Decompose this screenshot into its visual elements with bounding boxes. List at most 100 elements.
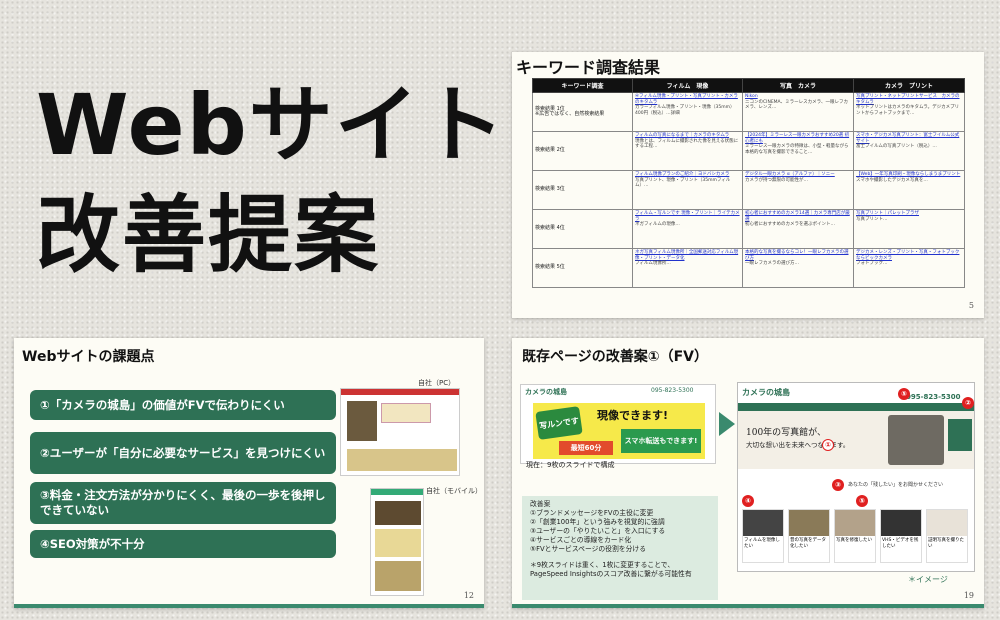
slide-keyword-research: キーワード調査結果 キーワード調査 フィルム 現像 写真 カメラ カメラ プリン…: [512, 52, 984, 318]
slide-website-issues: Webサイトの課題点 ①「カメラの城島」の価値がFVで伝わりにくい ②ユーザーが…: [14, 338, 484, 608]
issue-item: ③料金・注文方法が分かりにくく、最後の一歩を後押しできていない: [30, 482, 336, 524]
proposal-item: ⑤FVとサービスページの役割を分ける: [530, 545, 646, 553]
hero-line-2: 改善提案: [36, 186, 381, 284]
slide-title: キーワード調査結果: [516, 58, 661, 77]
service-card[interactable]: 昔の写真をデータ化したい: [788, 509, 830, 563]
result-link[interactable]: 【Web】一年写真印刷・現像ならしまうまプリント: [856, 172, 962, 178]
table-cell-rank: 検索結果 4位: [532, 209, 633, 249]
result-link[interactable]: 初心者におすすめのカメラ14選｜カメラ専門店が厳選: [745, 211, 851, 222]
slide-footer-bar: [14, 604, 484, 608]
proposal-item: ④サービスごとの導線をカード化: [530, 536, 632, 544]
result-snippet: スマホや撮影したデジカメ写真を…: [856, 177, 928, 183]
banner-text-1: 写ルンです: [535, 406, 583, 440]
service-card-label: 写真を修復したい: [836, 538, 872, 543]
table-cell: 写真プリント｜パレットプラザ 写真プリント…: [853, 209, 965, 249]
result-snippet: 写真プリント…: [856, 216, 888, 222]
mark-2: ②: [962, 397, 974, 409]
table-cell: デジカメ・レンズ・プリント・写真・フォトブックならビックカメラ フォトブック…: [853, 248, 965, 288]
result-snippet: 初心者におすすめのカメラを選ぶポイント…: [745, 222, 835, 227]
current-fv-mock: カメラの城島 095-823-5300 写ルンです 現像できます! 最短60分 …: [520, 384, 716, 464]
service-card-label: 証明写真を撮りたい: [928, 538, 964, 549]
service-card[interactable]: 証明写真を撮りたい: [926, 509, 968, 563]
result-snippet: ネガフィルムの現像…: [635, 222, 680, 227]
proposal-note: ＊9枚スライドは重く、1枚に変更することで、: [530, 561, 675, 569]
service-card[interactable]: VHS・ビデオを残したい: [880, 509, 922, 563]
new-shop-name: カメラの城島: [742, 388, 790, 397]
catch-line-1: 100年の写真館が、: [746, 428, 826, 438]
ask-line: あなたの「残したい」をお聞かせください: [848, 482, 944, 488]
page-number: 5: [968, 301, 974, 310]
result-link[interactable]: フィルムの写真になるまで｜カメラのキタムラ: [635, 133, 740, 139]
table-cell: 【2024年】ミラーレス一眼カメラおすすめ20選 初心者にも ミラーレス一眼カメラ…: [742, 131, 854, 171]
result-link[interactable]: ④フィルム現像・プリント・写真プリント・カメラのキタムラ: [635, 94, 740, 105]
old-shop-name: カメラの城島: [525, 388, 567, 396]
result-link[interactable]: ネガ写真フィルム現像所｜全国郵送対応フィルム現像・プリント・データ化: [635, 250, 740, 261]
result-link[interactable]: 本格的な写真を撮るならコレ！一眼レフカメラの選び方: [745, 250, 851, 261]
slide-title: 既存ページの改善案①（FV）: [522, 349, 708, 365]
page-number: 19: [963, 591, 974, 600]
mark-3: ③: [832, 479, 844, 491]
mobile-screenshot: [370, 488, 424, 596]
slide-fv-improvement: 既存ページの改善案①（FV） カメラの城島 095-823-5300 写ルンです…: [512, 338, 984, 608]
pc-screenshot: [340, 388, 460, 476]
result-snippet: ミラーレス一眼カメラの特徴は、小型・軽量ながら本格的な写真を撮影できること…: [745, 144, 849, 155]
issue-item: ②ユーザーが「自分に必要なサービス」を見つけにくい: [30, 432, 336, 474]
result-snippet: ネットプリントはカメラのキタムラ。デジカメプリントからフォトブックまで…: [856, 105, 960, 116]
keyword-table: キーワード調査 フィルム 現像 写真 カメラ カメラ プリント 検索結果 1位 …: [532, 78, 965, 288]
table-cell: フィルム現像プランのご紹介｜ヨドバシカメラ 写真プリント、現像・プリント（35mm…: [632, 170, 743, 210]
new-phone: 095-823-5300: [906, 393, 961, 401]
table-cell: スマホ・デジカメ写真プリント：富士フイルム公式サイト 富士フイルムの写真プリント（…: [853, 131, 965, 171]
result-snippet: フィルム現像所…: [635, 261, 671, 266]
mark-5: ⑤: [898, 388, 910, 400]
table-cell: フィルム・写ルンです 現像・プリント｜ライテカメラ ネガフィルムの現像…: [632, 209, 743, 249]
table-row: 検索結果 5位 ネガ写真フィルム現像所｜全国郵送対応フィルム現像・プリント・データ…: [532, 248, 965, 288]
old-phone: 095-823-5300: [651, 387, 694, 394]
result-link[interactable]: デジカメ・レンズ・プリント・写真・フォトブックならビックカメラ: [856, 250, 962, 261]
column-header: カメラ プリント: [853, 78, 965, 93]
proposal-note: PageSpeed Insightsのスコア改善に繋がる可能性有: [530, 570, 692, 578]
banner-image: 写ルンです 現像できます! 最短60分 スマホ転送もできます!: [533, 403, 705, 459]
label-pc: 自社（PC）: [418, 379, 456, 387]
column-header: キーワード調査: [532, 78, 633, 93]
result-snippet: 写真プリント、現像・プリント（35mmフィルム）…: [635, 177, 731, 189]
table-cell-rank: 検索結果 5位: [532, 248, 633, 288]
result-link[interactable]: 写真プリント・ネットプリントサービス カメラのキタムラ: [856, 94, 962, 105]
service-card-label: フィルムを現像したい: [744, 538, 780, 549]
table-row: 検索結果 4位 フィルム・写ルンです 現像・プリント｜ライテカメラ ネガフィルムの現…: [532, 209, 965, 249]
result-snippet: ニコンのCINEMA、ミラーレスカメラ、一眼レフカメラ、レンズ…: [745, 99, 849, 111]
result-link[interactable]: スマホ・デジカメ写真プリント：富士フイルム公式サイト: [856, 133, 962, 144]
result-link[interactable]: フィルム現像プランのご紹介｜ヨドバシカメラ: [635, 172, 740, 178]
table-cell: 本格的な写真を撮るならコレ！一眼レフカメラの選び方 一眼レフカメラの選び方…: [742, 248, 854, 288]
table-cell: 初心者におすすめのカメラ14選｜カメラ専門店が厳選 初心者におすすめのカメラを選ぶ…: [742, 209, 854, 249]
table-cell: デジタル一眼カメラ α（アルファ）｜ソニー カメラが持つ無限の可能性が…: [742, 170, 854, 210]
result-snippet: 一眼レフカメラの選び方…: [745, 261, 799, 266]
result-snippet: カラーフィルム現像・プリント・現像（35mm）400円（税込）…詳細: [635, 105, 735, 116]
table-cell-rank: 検索結果 1位 ※広告ではなく、自然検索結果: [532, 92, 633, 132]
proposal-box: 改善案 ①ブランドメッセージをFVの主役に変更 ②「創業100年」という強みを視…: [522, 496, 718, 600]
column-header: フィルム 現像: [632, 78, 743, 93]
current-slide-count: 現在：9枚のスライドで構成: [526, 461, 615, 469]
table-cell: ④フィルム現像・プリント・写真プリント・カメラのキタムラ カラーフィルム現像・プリ…: [632, 92, 743, 132]
slide-footer-bar: [512, 604, 984, 608]
banner-text-4: スマホ転送もできます!: [621, 429, 701, 453]
camera-photo: [888, 415, 944, 465]
result-link[interactable]: フィルム・写ルンです 現像・プリント｜ライテカメラ: [635, 211, 740, 222]
service-card-label: VHS・ビデオを残したい: [882, 538, 919, 549]
result-snippet: 現像とは、フィルムに撮影された像を見える状態にする工程…: [635, 138, 739, 150]
table-header-row: キーワード調査 フィルム 現像 写真 カメラ カメラ プリント: [532, 78, 965, 93]
column-header: 写真 カメラ: [742, 78, 854, 93]
banner-text-3: 最短60分: [559, 441, 613, 455]
service-card[interactable]: 写真を修復したい: [834, 509, 876, 563]
slide-title: Webサイトの課題点: [22, 349, 155, 365]
result-link[interactable]: 【2024年】ミラーレス一眼カメラおすすめ20選 初心者にも: [745, 133, 851, 144]
proposal-title: 改善案: [530, 500, 551, 508]
table-cell: ネガ写真フィルム現像所｜全国郵送対応フィルム現像・プリント・データ化 フィルム現像…: [632, 248, 743, 288]
service-cards: フィルムを現像したい 昔の写真をデータ化したい 写真を修復したい VHS・ビデオ…: [742, 501, 972, 567]
table-cell: 【Web】一年写真印刷・現像ならしまうまプリント スマホや撮影したデジカメ写真を…: [853, 170, 965, 210]
hero-line-1: Webサイト: [36, 76, 507, 174]
proposal-item: ③ユーザーの「やりたいこと」を入口にする: [530, 527, 666, 535]
service-card[interactable]: フィルムを現像したい: [742, 509, 784, 563]
proposal-item: ①ブランドメッセージをFVの主役に変更: [530, 509, 654, 517]
mark-1: ①: [822, 439, 834, 451]
badge-100-years: [948, 419, 972, 451]
